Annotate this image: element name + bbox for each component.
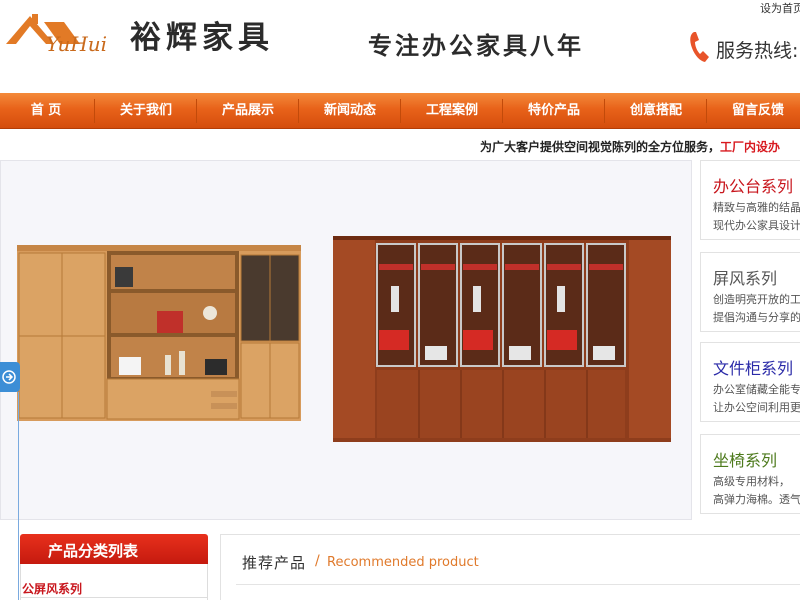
category-desks[interactable]: 办公台系列 精致与高雅的结晶 现代办公家具设计	[700, 160, 800, 240]
arrow-circle-icon	[2, 370, 16, 384]
category-desc-line: 现代办公家具设计	[713, 219, 800, 232]
category-desc-line: 高弹力海棉。透气	[713, 493, 800, 506]
category-desc-line: 创造明亮开放的工	[713, 293, 800, 306]
notice-text: 为广大客户提供空间视觉陈列的全方位服务，	[480, 140, 721, 154]
main-nav: 首 页 关于我们 产品展示 新闻动态 工程案例 特价产品 创意搭配 留言反馈	[0, 93, 800, 129]
product-list-title: 产品分类列表	[48, 542, 139, 560]
category-title: 屏风系列	[713, 269, 778, 288]
nav-divider	[298, 99, 299, 123]
product-list-item[interactable]: 公屏风系列	[22, 580, 82, 597]
nav-divider	[604, 99, 605, 123]
banner[interactable]	[0, 160, 692, 520]
category-desc-line: 提倡沟通与分享的	[713, 311, 800, 324]
nav-cases[interactable]: 工程案例	[402, 93, 502, 129]
category-desc: 精致与高雅的结晶 现代办公家具设计	[713, 199, 800, 235]
wood-cabinet-image	[17, 245, 301, 421]
category-file-cabinets[interactable]: 文件柜系列 办公室储藏全能专 让办公空间利用更	[700, 342, 800, 422]
nav-about[interactable]: 关于我们	[96, 93, 196, 129]
recommended-title-en: Recommended product	[327, 555, 479, 570]
category-desc-line: 办公室储藏全能专	[713, 383, 800, 396]
category-desc-line: 让办公空间利用更	[713, 401, 800, 414]
nav-special-offers[interactable]: 特价产品	[504, 93, 604, 129]
nav-divider	[706, 99, 707, 123]
nav-products[interactable]: 产品展示	[198, 93, 298, 129]
notice-marquee: 为广大客户提供空间视觉陈列的全方位服务，工厂内设办	[480, 138, 780, 155]
category-title: 文件柜系列	[713, 359, 794, 378]
slogan: 专注办公家具八年	[368, 31, 584, 60]
nav-divider	[400, 99, 401, 123]
nav-divider	[502, 99, 503, 123]
divider	[20, 597, 208, 598]
recommended-section	[220, 534, 800, 600]
product-list-header: 产品分类列表	[20, 534, 208, 564]
logo[interactable]: YuHui	[4, 10, 124, 56]
category-title: 坐椅系列	[713, 451, 778, 470]
category-desc: 办公室储藏全能专 让办公空间利用更	[713, 381, 800, 417]
brand-name: 裕辉家具	[130, 20, 274, 56]
nav-home[interactable]: 首 页	[0, 93, 92, 129]
logo-text: YuHui	[46, 32, 108, 56]
set-homepage-link[interactable]: 设为首页	[760, 0, 800, 16]
category-chairs[interactable]: 坐椅系列 高级专用材料， 高弹力海棉。透气	[700, 434, 800, 514]
nav-feedback[interactable]: 留言反馈	[708, 93, 800, 129]
notice-highlight: 工厂内设办	[720, 140, 781, 154]
category-title: 办公台系列	[713, 177, 794, 196]
category-desc: 高级专用材料， 高弹力海棉。透气	[713, 473, 800, 509]
mahogany-cabinet-image	[333, 236, 671, 442]
page: YuHui 裕辉家具 专注办公家具八年 服务热线: 设为首页 首 页 关于我们 …	[0, 0, 800, 600]
category-desc-line: 高级专用材料，	[713, 475, 790, 488]
nav-divider	[196, 99, 197, 123]
site-header: YuHui 裕辉家具 专注办公家具八年 服务热线: 设为首页	[0, 0, 800, 90]
nav-creative[interactable]: 创意搭配	[606, 93, 706, 129]
hotline-label: 服务热线:	[716, 40, 799, 62]
title-slash: /	[315, 553, 320, 569]
category-desc: 创造明亮开放的工 提倡沟通与分享的	[713, 291, 800, 327]
floating-tab-line	[18, 392, 19, 600]
floating-service-tab[interactable]	[0, 362, 20, 392]
nav-divider	[94, 99, 95, 123]
category-screens[interactable]: 屏风系列 创造明亮开放的工 提倡沟通与分享的	[700, 252, 800, 332]
recommended-title: 推荐产品	[242, 554, 307, 572]
divider	[236, 584, 800, 585]
category-desc-line: 精致与高雅的结晶	[713, 201, 800, 214]
nav-news[interactable]: 新闻动态	[300, 93, 400, 129]
phone-icon	[690, 32, 709, 62]
